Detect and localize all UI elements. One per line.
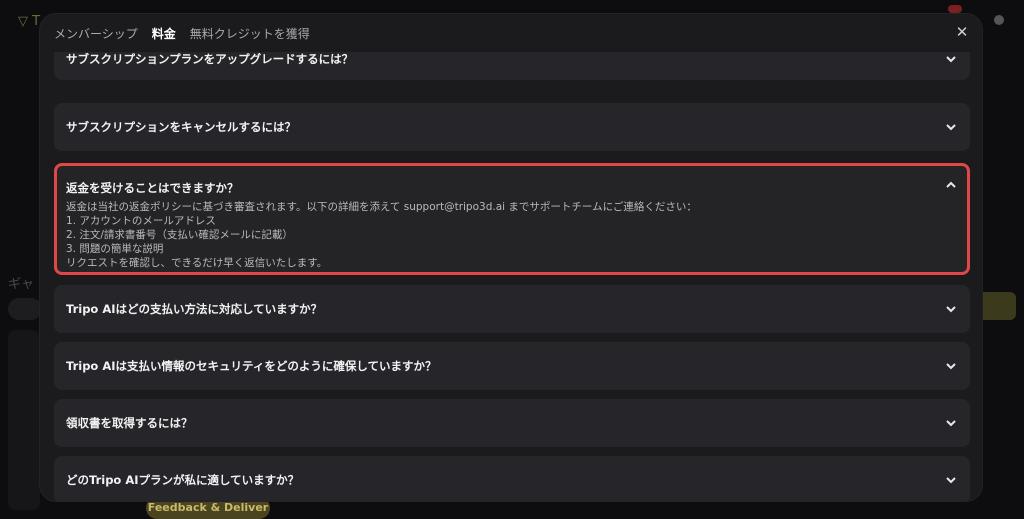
faq-question: サブスクリプションをキャンセルするには？ — [66, 120, 296, 134]
side-tag — [976, 292, 1016, 320]
faq-question: Tripo AIは支払い情報のセキュリティをどのように確保していますか？ — [66, 359, 437, 373]
faq-question: Tripo AIはどの支払い方法に対応していますか？ — [66, 302, 323, 316]
chevron-down-icon — [946, 56, 956, 63]
faq-list: サブスクリプションプランをアップグレードするには？ サブスクリプションをキャンセ… — [54, 52, 970, 501]
faq-question: 返金を受けることはできますか？ — [66, 181, 239, 195]
faq-item[interactable]: Tripo AIはどの支払い方法に対応していますか？ — [54, 285, 970, 333]
faq-question: 領収書を取得するには？ — [66, 416, 193, 430]
chevron-up-icon — [946, 181, 956, 188]
chevron-down-icon — [946, 420, 956, 427]
tab-membership[interactable]: メンバーシップ — [54, 25, 138, 42]
close-icon[interactable]: ✕ — [954, 24, 970, 40]
faq-item[interactable]: Tripo AIは支払い情報のセキュリティをどのように確保していますか？ — [54, 342, 970, 390]
notification-badge — [948, 5, 962, 13]
faq-item[interactable]: サブスクリプションをキャンセルするには？ — [54, 103, 970, 151]
gallery-card — [8, 330, 40, 510]
tab-pricing[interactable]: 料金 — [152, 25, 176, 42]
answer-line: 3. 問題の簡単な説明 — [66, 243, 164, 255]
app-logo: ▽ T — [18, 14, 41, 29]
answer-line: リクエストを確認し、できるだけ早く返信いたします。 — [66, 257, 328, 269]
chevron-down-icon — [946, 477, 956, 484]
pricing-modal: メンバーシップ 料金 無料クレジットを獲得 ✕ サブスクリプションプランをアップ… — [40, 14, 982, 501]
faq-item[interactable]: どのTripo AIプランが私に適していますか？ — [54, 456, 970, 501]
faq-item-expanded[interactable]: 返金を受けることはできますか？ 返金は当社の返金ポリシーに基づき審査されます。以… — [54, 163, 970, 275]
faq-question: どのTripo AIプランが私に適していますか？ — [66, 473, 300, 487]
faq-answer: 返金は当社の返金ポリシーに基づき審査されます。以下の詳細を添えて support… — [66, 200, 697, 270]
chevron-down-icon — [946, 124, 956, 131]
answer-line: 1. アカウントのメールアドレス — [66, 215, 216, 227]
modal-tabs: メンバーシップ 料金 無料クレジットを獲得 — [54, 25, 310, 42]
chevron-down-icon — [946, 306, 956, 313]
faq-item[interactable]: 領収書を取得するには？ — [54, 399, 970, 447]
user-icon — [994, 15, 1004, 25]
gallery-heading: ギャ — [8, 277, 35, 292]
answer-line: 返金は当社の返金ポリシーに基づき審査されます。以下の詳細を添えて support… — [66, 201, 697, 213]
faq-question: サブスクリプションプランをアップグレードするには？ — [66, 52, 354, 66]
tab-free-credits[interactable]: 無料クレジットを獲得 — [190, 25, 310, 42]
answer-line: 2. 注文/請求書番号（支払い確認メールに記載） — [66, 229, 293, 241]
faq-item[interactable]: サブスクリプションプランをアップグレードするには？ — [54, 52, 970, 80]
filter-chip — [8, 298, 42, 320]
chevron-down-icon — [946, 363, 956, 370]
